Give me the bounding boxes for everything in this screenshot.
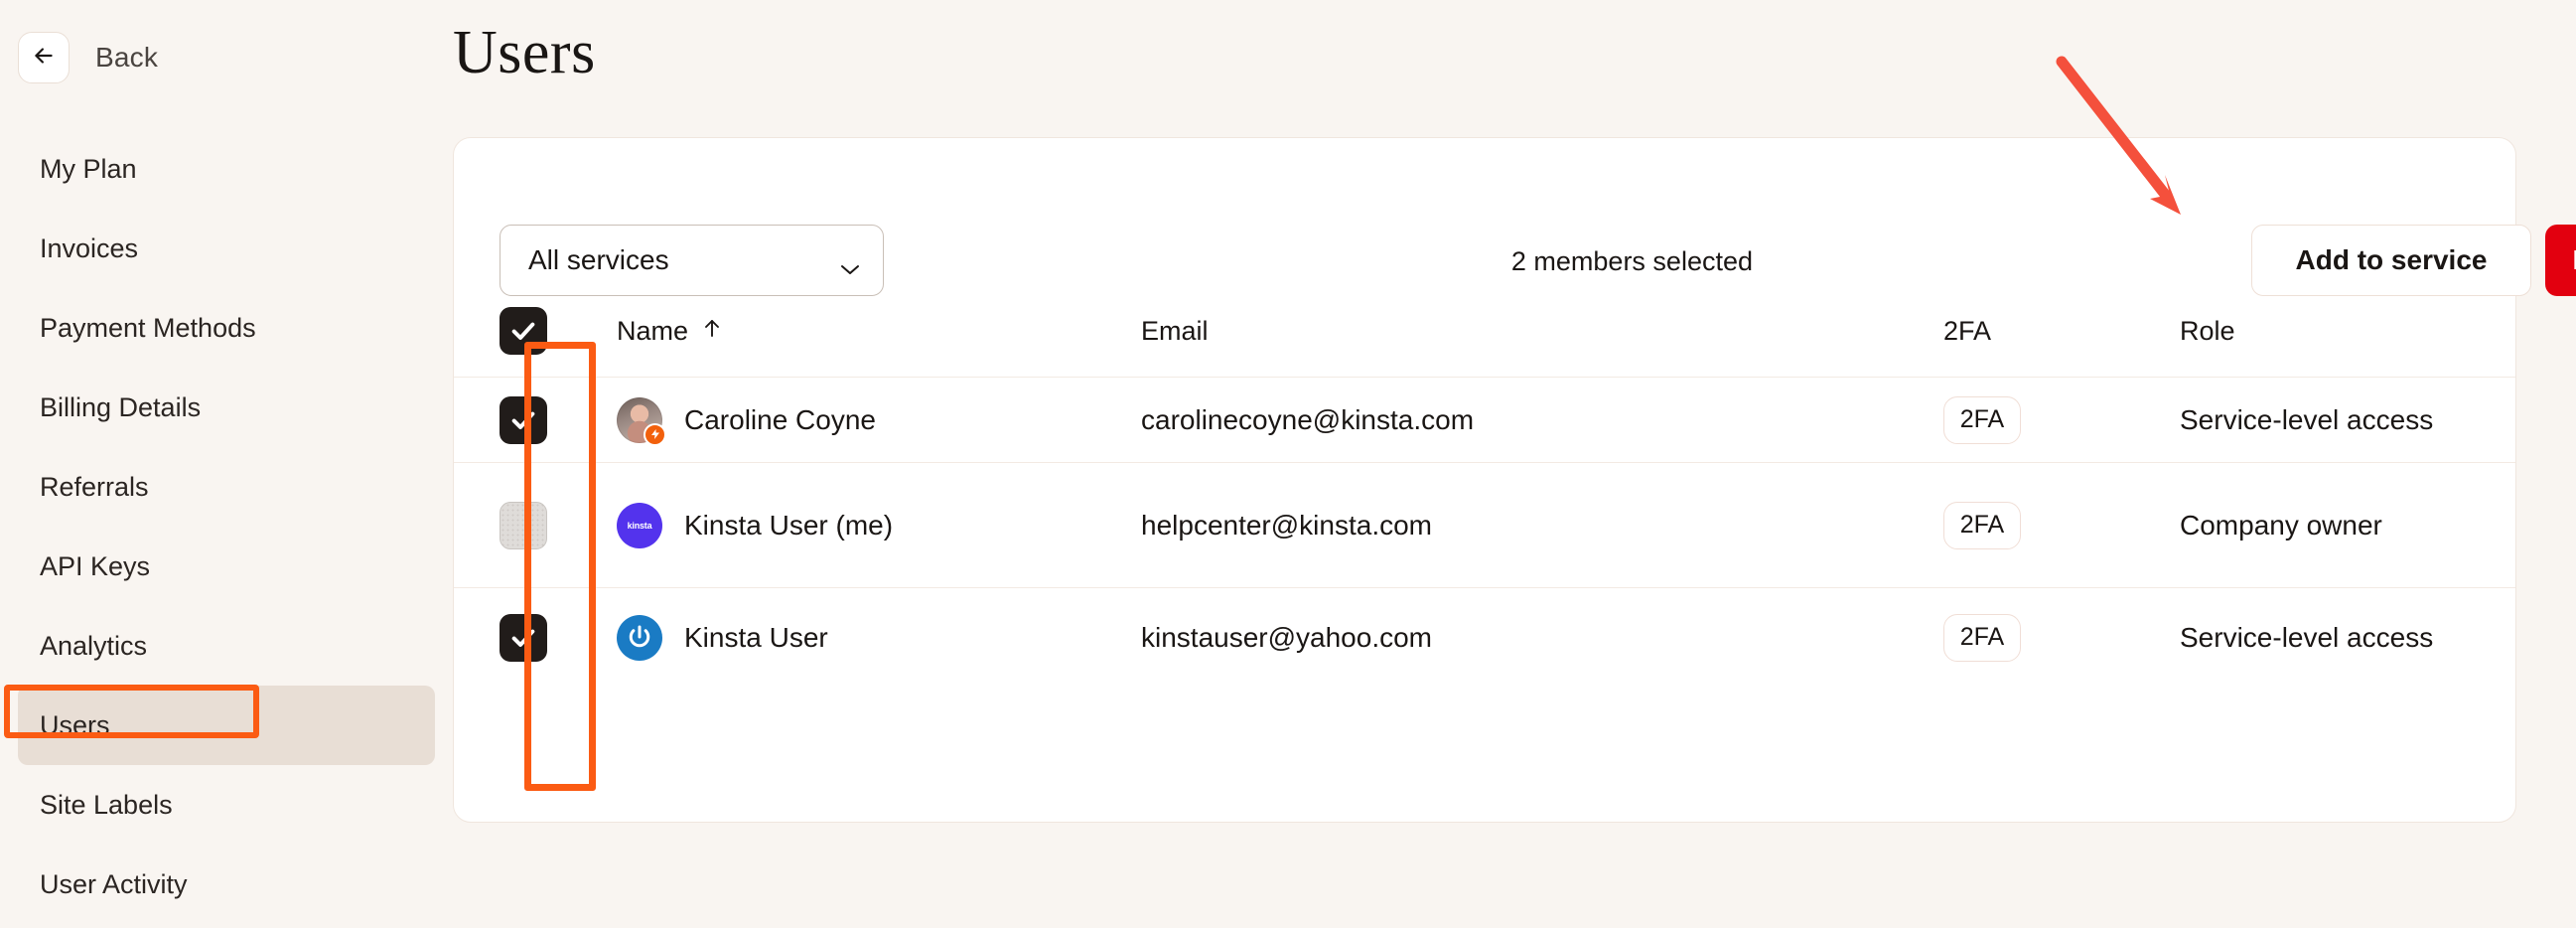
- status-badge: 2FA: [1943, 613, 2021, 662]
- user-email: helpcenter@kinsta.com: [1141, 509, 1433, 541]
- sidebar-item-api-keys[interactable]: API Keys: [18, 527, 435, 606]
- chevron-down-icon: [837, 252, 863, 274]
- user-name: Kinsta User: [684, 621, 828, 653]
- twofa-cell: 2FA: [1943, 395, 2180, 444]
- back-label[interactable]: Back: [95, 42, 158, 74]
- avatar: [617, 614, 662, 661]
- sidebar-item-billing-details[interactable]: Billing Details: [18, 368, 435, 447]
- sidebar-item-users[interactable]: Users: [18, 686, 435, 765]
- status-badge: 2FA: [1943, 395, 2021, 444]
- arrow-up-icon: [700, 316, 724, 347]
- sidebar-item-my-plan[interactable]: My Plan: [18, 129, 435, 209]
- sidebar-item-referrals[interactable]: Referrals: [18, 447, 435, 527]
- sidebar-item-analytics[interactable]: Analytics: [18, 606, 435, 686]
- remove-button[interactable]: Remove: [2545, 225, 2576, 296]
- table-row[interactable]: Kinsta User kinstauser@yahoo.com 2FA Ser…: [454, 587, 2515, 687]
- user-name: Kinsta User (me): [684, 509, 894, 541]
- row-select-cell: [500, 395, 617, 444]
- user-name-cell: kinsta Kinsta User (me): [617, 502, 1141, 548]
- user-role: Service-level access: [2180, 403, 2434, 435]
- select-all-cell: [500, 307, 617, 355]
- kinsta-logo-text: kinsta: [627, 520, 652, 531]
- avatar: [617, 396, 666, 446]
- select-all-checkbox[interactable]: [500, 307, 547, 355]
- column-header-name[interactable]: Name: [617, 316, 1141, 347]
- users-card: All services 2 members selected Add to s…: [453, 137, 2576, 823]
- lightning-bolt-icon: [644, 422, 666, 446]
- sidebar-nav: My Plan Invoices Payment Methods Billing…: [0, 129, 453, 928]
- sidebar-item-site-labels[interactable]: Site Labels: [18, 765, 435, 845]
- twofa-cell: 2FA: [1943, 501, 2180, 549]
- row-checkbox[interactable]: [500, 395, 547, 444]
- status-badge: 2FA: [1943, 501, 2021, 549]
- table-row[interactable]: kinsta Kinsta User (me) helpcenter@kinst…: [454, 462, 2515, 587]
- twofa-cell: 2FA: [1943, 613, 2180, 662]
- avatar: kinsta: [617, 502, 662, 548]
- row-select-cell: [500, 613, 617, 662]
- remove-button-label: Remove: [2573, 244, 2576, 276]
- sidebar-item-invoices[interactable]: Invoices: [18, 209, 435, 288]
- row-checkbox[interactable]: [500, 613, 547, 662]
- table-toolbar: All services 2 members selected Add to s…: [454, 138, 2576, 296]
- column-header-email: Email: [1141, 315, 1209, 346]
- user-email: carolinecoyne@kinsta.com: [1141, 403, 1475, 435]
- user-name-cell: Kinsta User: [617, 614, 1141, 661]
- column-header-name-label: Name: [617, 315, 689, 346]
- selection-status: 2 members selected: [1510, 246, 1753, 276]
- page-title: Users: [453, 19, 596, 86]
- row-select-cell: [500, 501, 617, 549]
- user-role: Company owner: [2180, 509, 2382, 541]
- sidebar-item-payment-methods[interactable]: Payment Methods: [18, 288, 435, 368]
- user-role: Service-level access: [2180, 621, 2434, 653]
- column-header-role: Role: [2180, 315, 2235, 346]
- user-name: Caroline Coyne: [684, 403, 876, 435]
- table-row[interactable]: Caroline Coyne carolinecoyne@kinsta.com …: [454, 377, 2515, 462]
- users-table: Name Email 2FA Role Access: [454, 285, 2515, 687]
- row-checkbox-disabled: [500, 501, 547, 549]
- arrow-left-icon: [31, 43, 57, 74]
- column-header-2fa: 2FA: [1943, 315, 1992, 346]
- app-root: Back Users My Plan Invoices Payment Meth…: [0, 0, 2576, 928]
- sidebar-item-user-activity[interactable]: User Activity: [18, 845, 435, 924]
- user-email: kinstauser@yahoo.com: [1141, 621, 1433, 653]
- table-header-row: Name Email 2FA Role Access: [454, 285, 2515, 377]
- back-button[interactable]: [18, 32, 70, 83]
- service-filter-value: All services: [528, 244, 669, 275]
- user-name-cell: Caroline Coyne: [617, 396, 1141, 446]
- top-bar: Back Users: [0, 0, 2576, 117]
